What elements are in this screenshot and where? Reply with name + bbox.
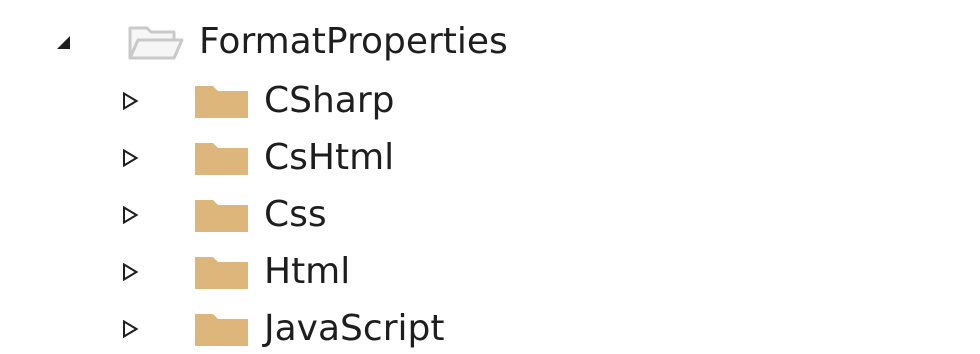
tree-item-csharp[interactable]: CSharp (0, 72, 980, 130)
tree-item-label: CsHtml (264, 137, 395, 178)
triangle-collapsed-icon[interactable] (121, 263, 139, 281)
triangle-collapsed-icon[interactable] (121, 92, 139, 110)
tree-item-formatproperties[interactable]: FormatProperties (0, 13, 980, 71)
triangle-collapsed-icon[interactable] (121, 206, 139, 224)
folder-closed-icon (193, 309, 251, 349)
triangle-collapsed-icon[interactable] (121, 320, 139, 338)
folder-closed-icon (193, 252, 251, 292)
folder-closed-icon (193, 138, 251, 178)
tree-item-label: FormatProperties (199, 21, 508, 62)
tree-item-javascript[interactable]: JavaScript (0, 300, 980, 354)
tree-item-label: Html (264, 251, 351, 292)
folder-closed-icon (193, 81, 251, 121)
solution-explorer-tree: FormatProperties CSharp CsHtml Css Html … (0, 0, 980, 354)
folder-open-icon (127, 22, 185, 62)
tree-item-label: CSharp (264, 80, 395, 121)
tree-item-cshtml[interactable]: CsHtml (0, 129, 980, 187)
tree-item-html[interactable]: Html (0, 243, 980, 301)
tree-item-label: Css (264, 194, 327, 235)
folder-closed-icon (193, 195, 251, 235)
triangle-collapsed-icon[interactable] (121, 149, 139, 167)
tree-item-label: JavaScript (264, 308, 445, 349)
tree-item-css[interactable]: Css (0, 186, 980, 244)
triangle-expanded-icon[interactable] (54, 33, 72, 51)
